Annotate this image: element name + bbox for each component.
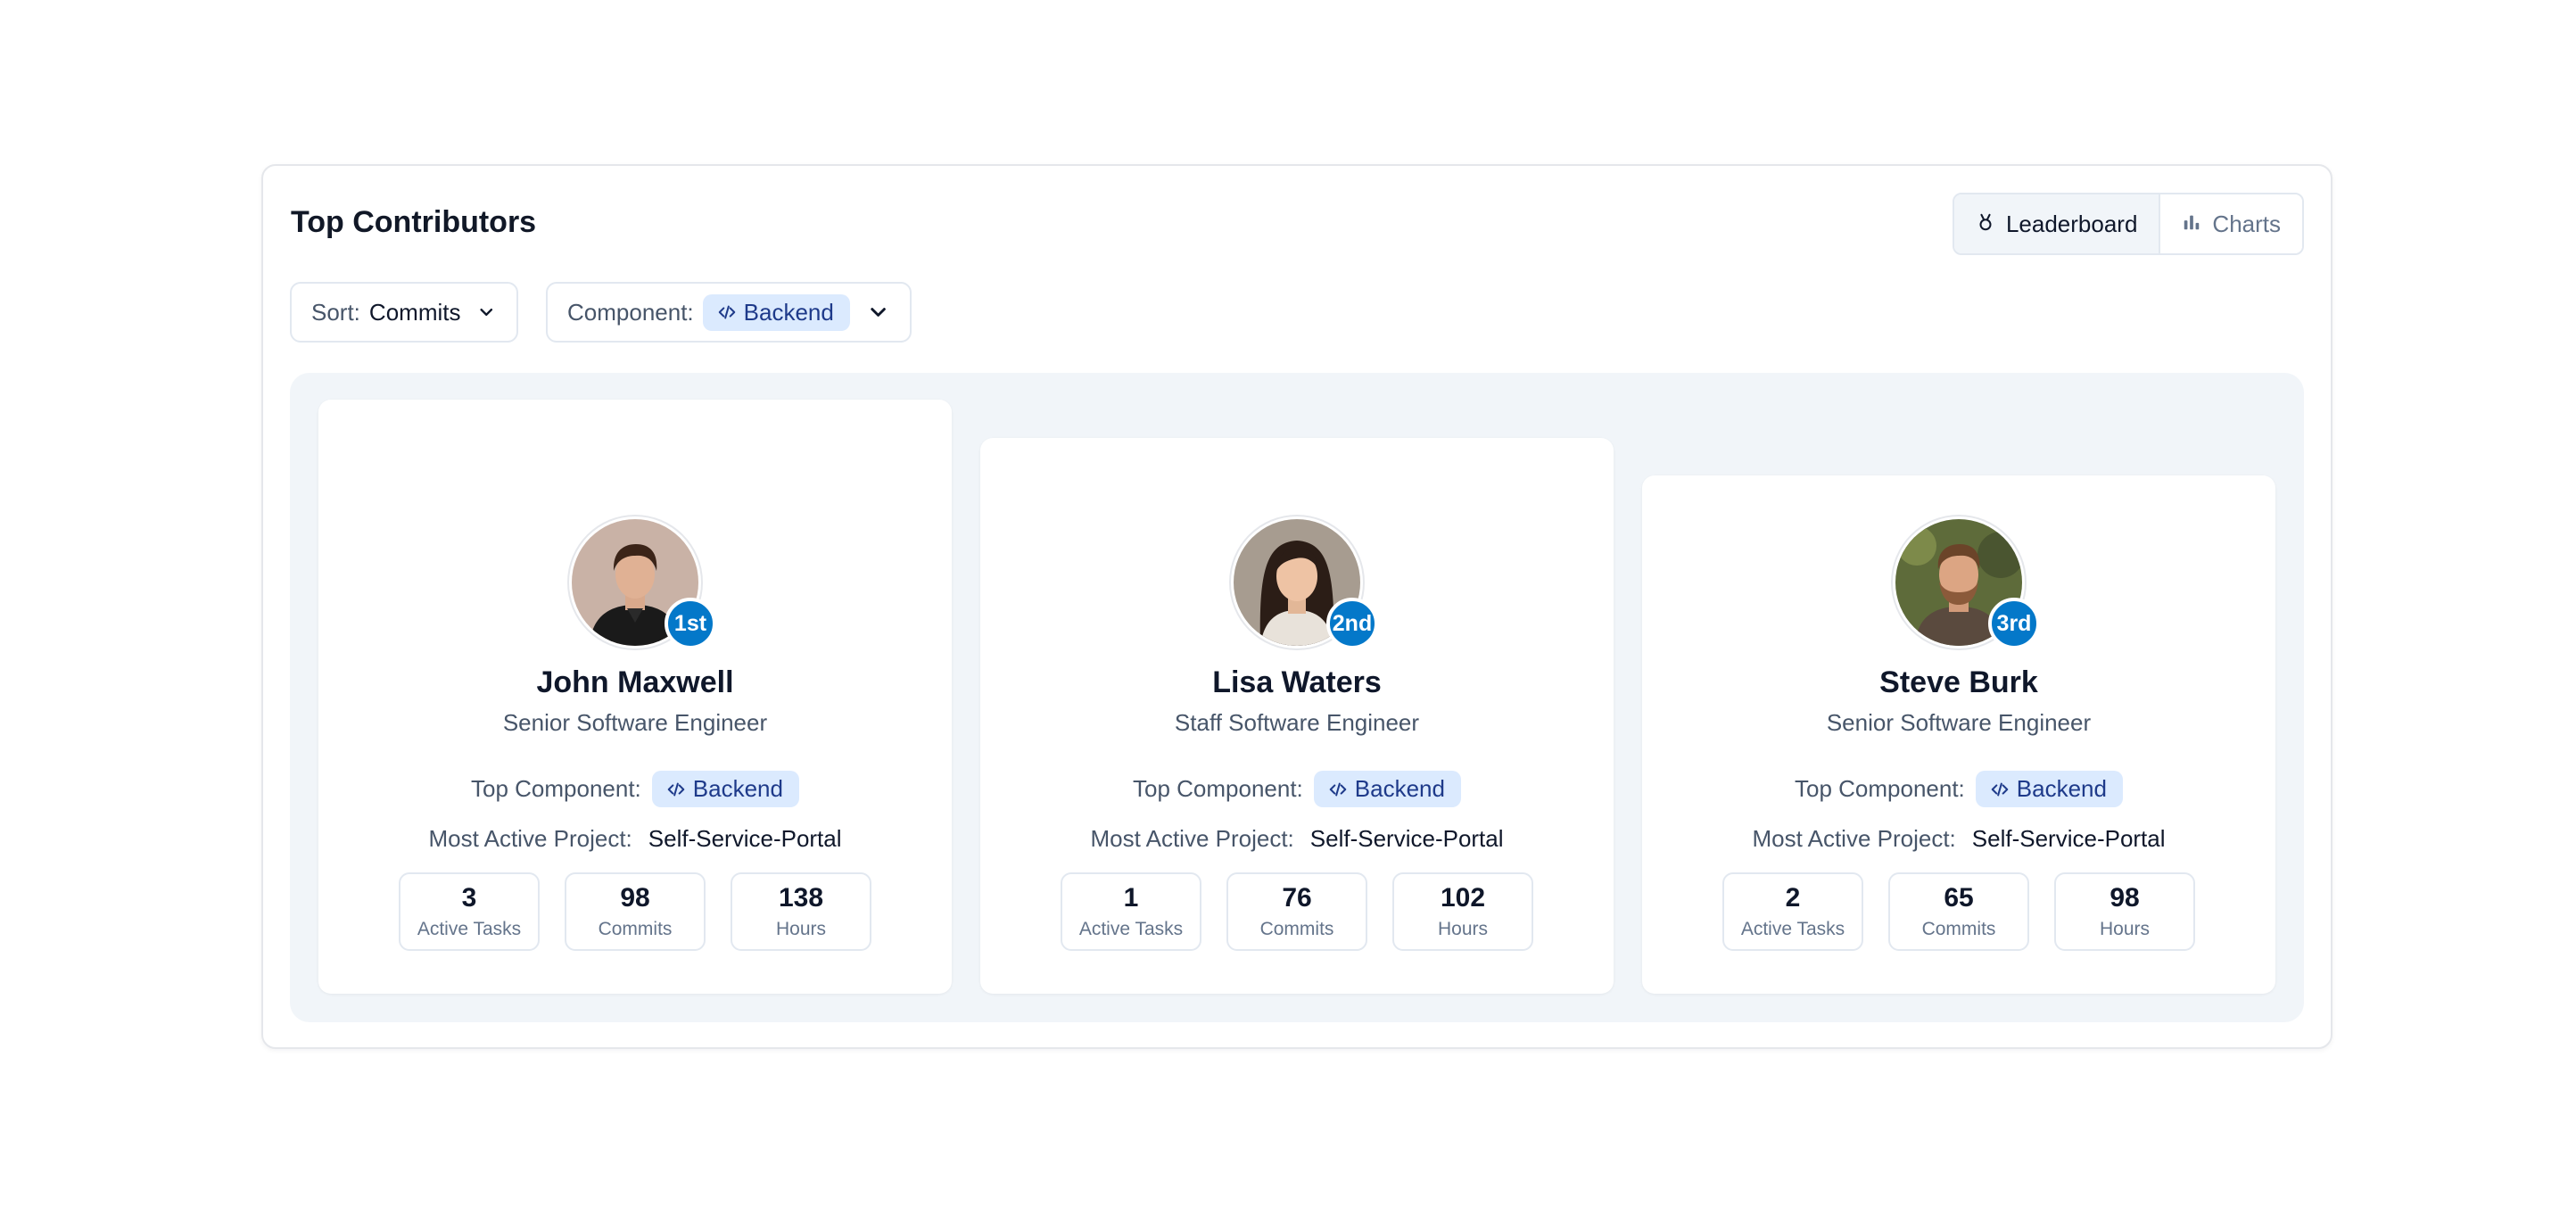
view-toggle: Leaderboard Charts <box>1952 193 2304 255</box>
contributor-name: John Maxwell <box>536 665 734 699</box>
stat-hours: 138 Hours <box>731 872 871 951</box>
component-tag: Backend <box>651 771 799 807</box>
stat-active-tasks: 1 Active Tasks <box>1061 872 1201 951</box>
stat-hours: 102 Hours <box>1392 872 1533 951</box>
stats-row: 1 Active Tasks 76 Commits 102 Hours <box>1061 872 1533 951</box>
panel-title: Top Contributors <box>291 205 537 239</box>
contributor-role: Senior Software Engineer <box>1826 709 2092 736</box>
leaderboard-label: Leaderboard <box>2005 210 2138 237</box>
component-tag: Backend <box>1313 771 1461 807</box>
contributor-role: Staff Software Engineer <box>1174 709 1420 736</box>
component-label: Component: <box>567 298 694 326</box>
sort-dropdown[interactable]: Sort: Commits <box>290 282 518 343</box>
charts-label: Charts <box>2212 210 2281 237</box>
stat-value: 76 <box>1282 883 1312 913</box>
top-component-row: Top Component: Backend <box>1133 771 1461 807</box>
top-component-row: Top Component: Backend <box>471 771 799 807</box>
avatar-container: 1st <box>572 519 716 649</box>
bar-chart-icon <box>2182 211 2201 238</box>
most-active-project-value: Self-Service-Portal <box>1309 825 1504 852</box>
contributor-name: Lisa Waters <box>1212 665 1382 699</box>
code-icon <box>718 305 735 319</box>
top-component-label: Top Component: <box>1133 775 1303 802</box>
stat-value: 138 <box>778 883 824 913</box>
top-component-label: Top Component: <box>1795 775 1965 802</box>
code-icon <box>1991 782 2009 796</box>
top-contributors-panel: Top Contributors Leaderboard Charts Sort… <box>261 164 2332 1049</box>
stat-label: Commits <box>1259 919 1334 939</box>
contributor-name: Steve Burk <box>1879 665 2038 699</box>
stat-label: Active Tasks <box>1078 919 1184 939</box>
component-tag: Backend <box>702 293 850 331</box>
most-active-project-label: Most Active Project: <box>428 825 632 852</box>
medal-icon <box>1976 211 1995 238</box>
stat-label: Commits <box>1921 919 1996 939</box>
most-active-project-label: Most Active Project: <box>1090 825 1294 852</box>
stat-value: 2 <box>1785 883 1801 913</box>
component-tag: Backend <box>1975 771 2123 807</box>
component-value: Backend <box>743 298 834 326</box>
stat-label: Hours <box>1437 919 1489 939</box>
top-component-row: Top Component: Backend <box>1795 771 2123 807</box>
chevron-down-icon <box>871 308 886 317</box>
most-active-project-label: Most Active Project: <box>1752 825 1956 852</box>
top-component-value: Backend <box>2016 775 2107 802</box>
sort-value: Commits <box>368 298 461 326</box>
most-active-project-row: Most Active Project: Self-Service-Portal <box>1752 825 2165 853</box>
rank-badge: 1st <box>665 598 716 649</box>
code-icon <box>667 782 685 796</box>
stat-label: Commits <box>598 919 673 939</box>
stats-row: 3 Active Tasks 98 Commits 138 Hours <box>399 872 871 951</box>
rank-badge: 3rd <box>1988 598 2040 649</box>
stat-value: 1 <box>1123 883 1139 913</box>
stat-label: Active Tasks <box>1740 919 1845 939</box>
sort-label: Sort: <box>311 298 360 326</box>
stat-value: 65 <box>1944 883 1974 913</box>
most-active-project-value: Self-Service-Portal <box>1971 825 2166 852</box>
stats-row: 2 Active Tasks 65 Commits 98 Hours <box>1722 872 2195 951</box>
contributor-card: 3rd Steve Burk Senior Software Engineer … <box>1642 475 2275 994</box>
stat-value: 102 <box>1440 883 1486 913</box>
most-active-project-value: Self-Service-Portal <box>648 825 842 852</box>
code-icon <box>1329 782 1347 796</box>
avatar-container: 2nd <box>1234 519 1378 649</box>
stat-active-tasks: 3 Active Tasks <box>399 872 540 951</box>
top-component-label: Top Component: <box>471 775 641 802</box>
contributor-card: 1st John Maxwell Senior Software Enginee… <box>318 400 952 994</box>
charts-view-button[interactable]: Charts <box>2160 194 2302 253</box>
stat-value: 3 <box>461 883 477 913</box>
contributor-role: Senior Software Engineer <box>502 709 768 736</box>
chevron-down-icon <box>480 308 493 317</box>
most-active-project-row: Most Active Project: Self-Service-Portal <box>428 825 841 853</box>
stat-hours: 98 Hours <box>2054 872 2195 951</box>
avatar-container: 3rd <box>1895 519 2040 649</box>
stat-label: Active Tasks <box>417 919 522 939</box>
leaderboard-view-button[interactable]: Leaderboard <box>1953 194 2161 253</box>
stat-commits: 98 Commits <box>565 872 706 951</box>
leaderboard-podium: 1st John Maxwell Senior Software Enginee… <box>290 373 2304 1022</box>
stat-value: 98 <box>620 883 650 913</box>
rank-badge: 2nd <box>1326 598 1378 649</box>
contributor-card: 2nd Lisa Waters Staff Software Engineer … <box>980 438 1614 994</box>
stat-commits: 65 Commits <box>1888 872 2029 951</box>
stat-commits: 76 Commits <box>1226 872 1367 951</box>
component-dropdown[interactable]: Component: Backend <box>546 282 912 343</box>
top-component-value: Backend <box>692 775 783 802</box>
top-component-value: Backend <box>1354 775 1445 802</box>
most-active-project-row: Most Active Project: Self-Service-Portal <box>1090 825 1503 853</box>
stat-active-tasks: 2 Active Tasks <box>1722 872 1863 951</box>
stat-label: Hours <box>2099 919 2151 939</box>
stat-value: 98 <box>2110 883 2140 913</box>
stat-label: Hours <box>775 919 827 939</box>
